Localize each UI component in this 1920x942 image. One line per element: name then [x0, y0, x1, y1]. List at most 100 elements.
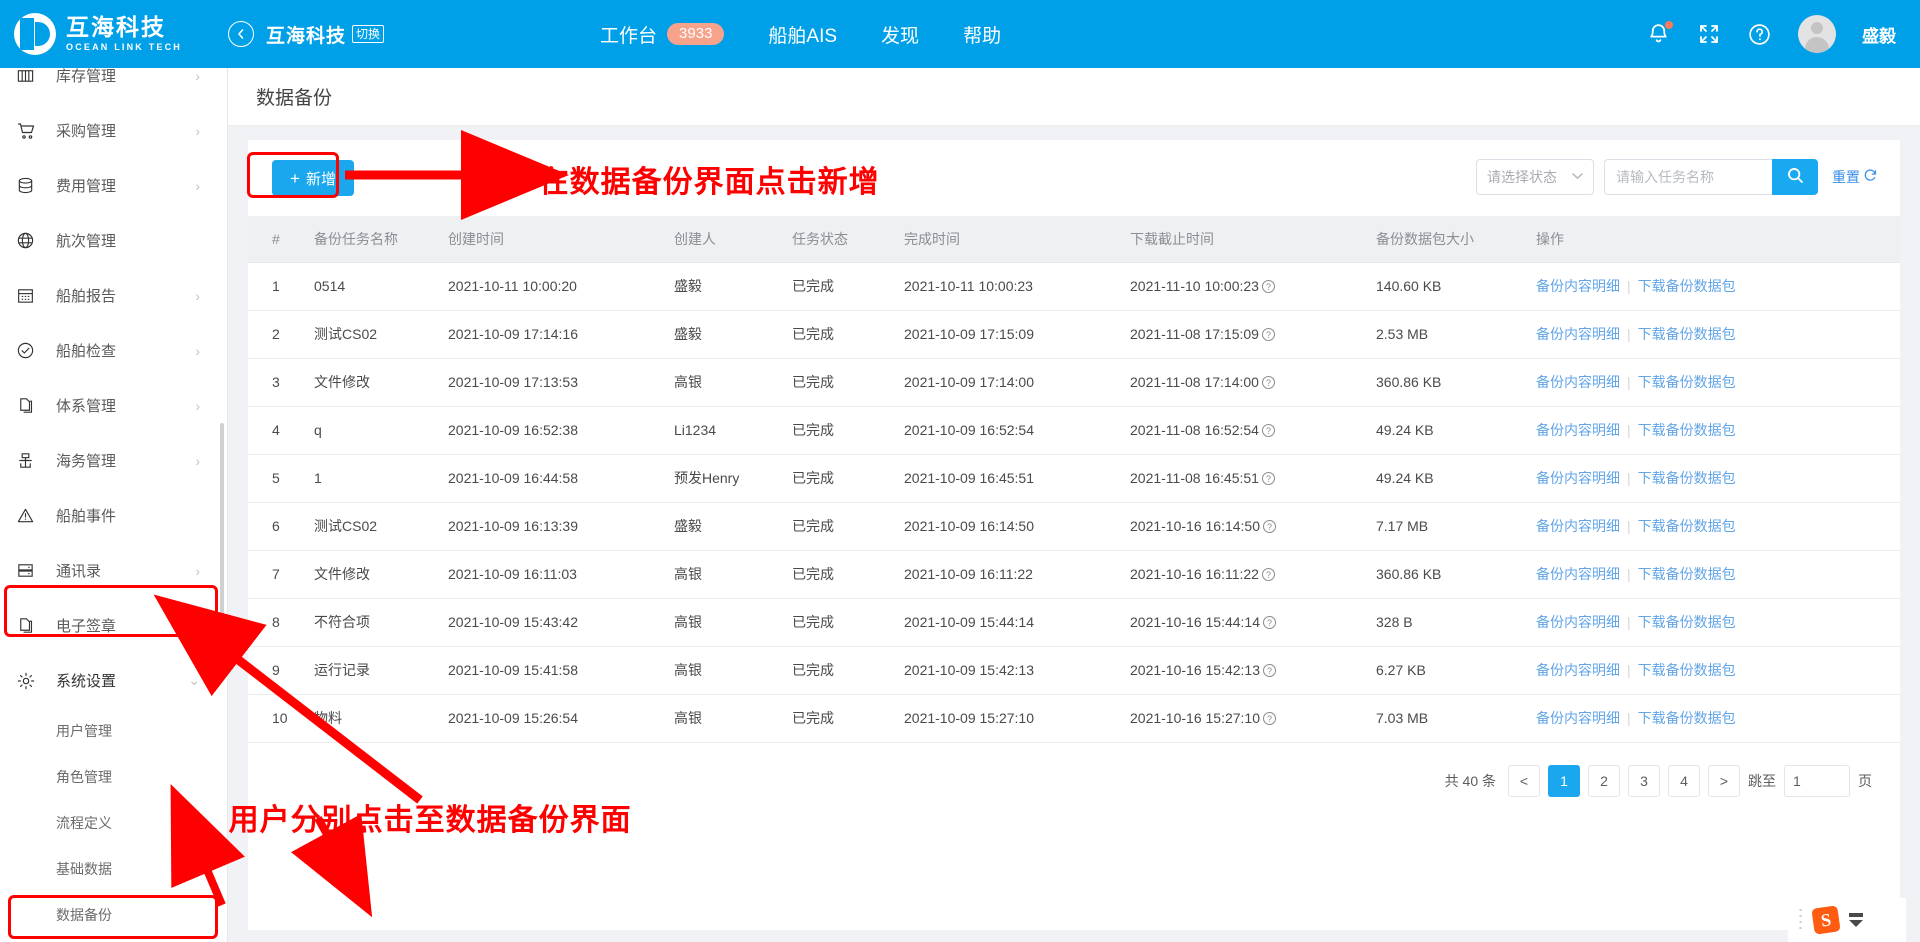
download-package-link[interactable]: 下载备份数据包 — [1638, 518, 1736, 534]
backup-detail-link[interactable]: 备份内容明细 — [1536, 422, 1620, 438]
download-package-link[interactable]: 下载备份数据包 — [1638, 326, 1736, 342]
sidebar-item-voyage[interactable]: 航次管理 — [0, 213, 227, 268]
fullscreen-icon[interactable] — [1697, 22, 1721, 46]
nav-item-ship-ais[interactable]: 船舶AIS — [768, 21, 837, 48]
row-finish-time: 2021-10-09 17:15:09 — [892, 310, 1118, 359]
col-actions: 操作 — [1524, 216, 1900, 263]
backup-detail-link[interactable]: 备份内容明细 — [1536, 662, 1620, 678]
sidebar-item-inventory[interactable]: 库存管理 › — [0, 68, 227, 103]
backup-detail-link[interactable]: 备份内容明细 — [1536, 470, 1620, 486]
sidebar-item-contacts[interactable]: 通讯录 › — [0, 543, 227, 598]
avatar[interactable] — [1798, 15, 1836, 53]
download-package-link[interactable]: 下载备份数据包 — [1638, 566, 1736, 582]
table-row[interactable]: 6 测试CS02 2021-10-09 16:13:39 盛毅 已完成 2021-10-0… — [248, 502, 1900, 551]
question-mark-icon[interactable]: ? — [1263, 664, 1276, 677]
pagination-prev-button[interactable]: < — [1508, 764, 1540, 797]
table-row[interactable]: 3 文件修改 2021-10-09 17:13:53 高银 已完成 2021-10-09 … — [248, 358, 1900, 407]
brand-logo[interactable]: 互海科技 OCEAN LINK TECH — [0, 0, 228, 68]
download-package-link[interactable]: 下载备份数据包 — [1638, 710, 1736, 726]
table-row[interactable]: 7 文件修改 2021-10-09 16:11:03 高银 已完成 2021-10-09 … — [248, 550, 1900, 599]
sidebar-item-data-backup[interactable]: 数据备份 — [0, 892, 227, 938]
nav-item-workbench[interactable]: 工作台 3933 — [600, 21, 725, 48]
bell-icon[interactable] — [1646, 20, 1673, 47]
backup-detail-link[interactable]: 备份内容明细 — [1536, 374, 1620, 390]
download-package-link[interactable]: 下载备份数据包 — [1638, 374, 1736, 390]
sidebar-item-marine-affairs-label: 海务管理 — [56, 453, 117, 470]
switch-company-button[interactable]: 切换 — [352, 24, 385, 44]
download-package-link[interactable]: 下载备份数据包 — [1638, 662, 1736, 678]
chevron-right-icon: › — [195, 68, 200, 84]
back-arrow-icon[interactable] — [228, 21, 254, 47]
action-separator: | — [1627, 710, 1631, 726]
question-mark-icon[interactable]: ? — [1261, 280, 1275, 293]
download-package-link[interactable]: 下载备份数据包 — [1638, 278, 1736, 294]
backup-detail-link[interactable]: 备份内容明细 — [1536, 614, 1620, 630]
nav-item-help[interactable]: 帮助 — [963, 21, 1001, 48]
sidebar-item-ship-event-label: 船舶事件 — [56, 508, 117, 525]
reset-button[interactable]: 重置 — [1832, 167, 1878, 187]
sidebar-item-system-settings[interactable]: 系统设置 ⌄ — [0, 653, 227, 708]
table-row[interactable]: 10 物料 2021-10-09 15:26:54 高银 已完成 2021-10-09 1… — [248, 694, 1900, 743]
table-row[interactable]: 8 不符合项 2021-10-09 15:43:42 高银 已完成 2021-10-09 … — [248, 598, 1900, 647]
action-separator: | — [1627, 326, 1631, 342]
sogou-ime-icon[interactable]: S — [1811, 905, 1841, 935]
sidebar-item-e-signature[interactable]: 电子签章 › — [0, 598, 227, 653]
question-mark-icon[interactable]: ? — [1261, 424, 1275, 437]
search-button[interactable] — [1772, 159, 1818, 195]
row-task-status: 已完成 — [780, 694, 892, 743]
backup-detail-link[interactable]: 备份内容明细 — [1536, 710, 1620, 726]
question-mark-icon[interactable]: ? — [1261, 376, 1275, 389]
pagination-page-2[interactable]: 2 — [1588, 764, 1620, 797]
pagination-page-3[interactable]: 3 — [1628, 764, 1660, 797]
add-button[interactable]: + 新增 — [272, 160, 354, 196]
status-select[interactable]: 请选择状态 — [1476, 159, 1594, 195]
question-mark-icon[interactable]: ? — [1261, 328, 1275, 341]
pagination-page-1[interactable]: 1 — [1548, 764, 1580, 797]
backup-detail-link[interactable]: 备份内容明细 — [1536, 566, 1620, 582]
sidebar-item-ship-event[interactable]: 船舶事件 — [0, 488, 227, 543]
table-row[interactable]: 2 测试CS02 2021-10-09 17:14:16 盛毅 已完成 2021-10-0… — [248, 310, 1900, 359]
row-task-status: 已完成 — [780, 550, 892, 599]
question-circle-icon[interactable] — [1747, 22, 1772, 47]
download-package-link[interactable]: 下载备份数据包 — [1638, 422, 1736, 438]
table-row[interactable]: 1 0514 2021-10-11 10:00:20 盛毅 已完成 2021-10-11 … — [248, 262, 1900, 311]
download-package-link[interactable]: 下载备份数据包 — [1638, 470, 1736, 486]
pagination-jump-input[interactable] — [1784, 764, 1850, 797]
backup-detail-link[interactable]: 备份内容明细 — [1536, 518, 1620, 534]
sidebar-item-role-management[interactable]: 角色管理 — [0, 754, 227, 800]
action-separator: | — [1627, 470, 1631, 486]
table-row[interactable]: 5 1 2021-10-09 16:44:58 预发Henry 已完成 2021-10-0… — [248, 454, 1900, 503]
row-create-time: 2021-10-09 16:44:58 — [436, 454, 662, 503]
row-package-size: 7.17 MB — [1364, 502, 1524, 551]
search-input[interactable] — [1604, 159, 1772, 195]
table-row[interactable]: 9 运行记录 2021-10-09 15:41:58 高银 已完成 2021-10-09 … — [248, 646, 1900, 695]
ime-drag-handle[interactable] — [1798, 907, 1803, 933]
ime-menu-icon[interactable] — [1849, 913, 1863, 927]
sidebar-item-e-signature-label: 电子签章 — [56, 618, 117, 635]
download-package-link[interactable]: 下载备份数据包 — [1638, 614, 1736, 630]
user-name[interactable]: 盛毅 — [1862, 22, 1896, 47]
sidebar-item-ship-report[interactable]: 船舶报告 › — [0, 268, 227, 323]
backup-detail-link[interactable]: 备份内容明细 — [1536, 326, 1620, 342]
question-mark-icon[interactable]: ? — [1263, 616, 1276, 629]
sidebar-item-user-management[interactable]: 用户管理 — [0, 708, 227, 754]
table-row[interactable]: 4 q 2021-10-09 16:52:38 Li1234 已完成 2021-10-09… — [248, 406, 1900, 455]
sidebar-scrollbar[interactable] — [220, 423, 224, 653]
question-mark-icon[interactable]: ? — [1263, 520, 1276, 533]
pagination-next-button[interactable]: > — [1708, 764, 1740, 797]
row-task-name: 运行记录 — [302, 646, 436, 695]
sidebar-item-purchase[interactable]: 采购管理 › — [0, 103, 227, 158]
nav-item-discover[interactable]: 发现 — [881, 21, 919, 48]
sidebar-item-system-management[interactable]: 体系管理 › — [0, 378, 227, 433]
sidebar-item-marine-affairs[interactable]: 海务管理 › — [0, 433, 227, 488]
backup-detail-link[interactable]: 备份内容明细 — [1536, 278, 1620, 294]
sidebar-item-process-definition[interactable]: 流程定义 — [0, 800, 227, 846]
question-mark-icon[interactable]: ? — [1261, 568, 1275, 581]
sidebar-item-ship-inspection[interactable]: 船舶检查 › — [0, 323, 227, 378]
question-mark-icon[interactable]: ? — [1263, 712, 1276, 725]
sidebar-item-expense[interactable]: 费用管理 › — [0, 158, 227, 213]
pagination-page-4[interactable]: 4 — [1668, 764, 1700, 797]
row-download-deadline: 2021-10-16 16:11:22? — [1118, 550, 1364, 599]
question-mark-icon[interactable]: ? — [1261, 472, 1275, 485]
sidebar-item-basic-data[interactable]: 基础数据 › — [0, 846, 227, 892]
